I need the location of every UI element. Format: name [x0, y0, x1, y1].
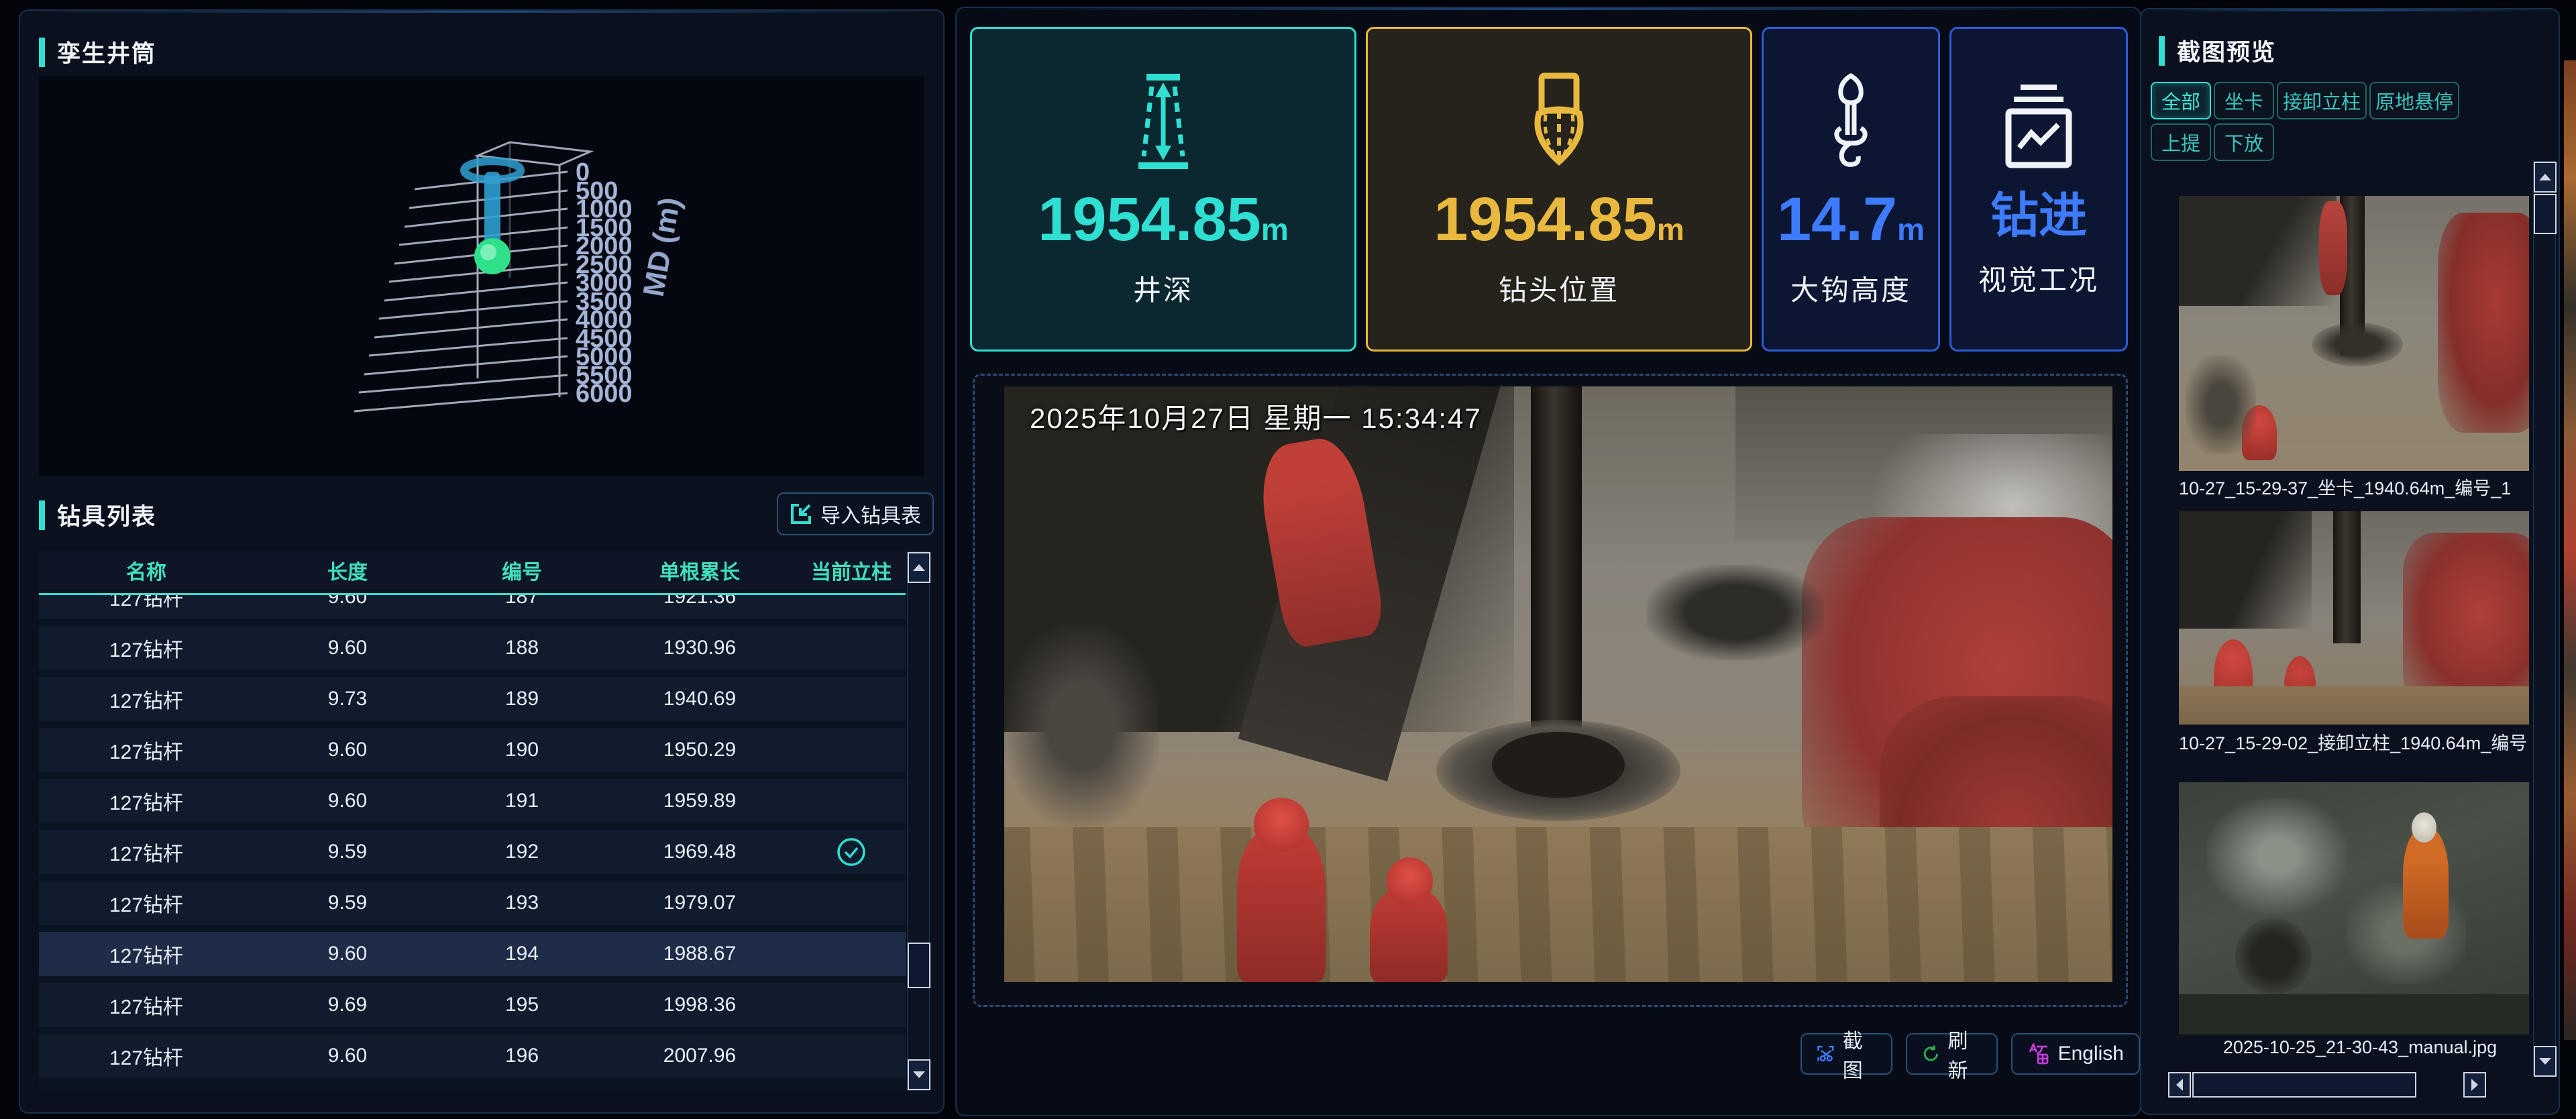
table-scrollbar[interactable] [907, 551, 930, 1091]
main-monitor-panel: 1954.85m 井深 1954.85m 钻头位置 [955, 7, 2141, 1116]
drill-bit-icon [1519, 70, 1599, 171]
table-row[interactable]: 127钻杆9.601962007.96 [39, 1034, 906, 1078]
preview-hscrollbar-thumb[interactable] [2192, 1072, 2416, 1098]
visual-condition-label: 视觉工况 [1978, 258, 2099, 299]
filter-lower-chip[interactable]: 下放 [2214, 123, 2274, 161]
table-scrollbar-thumb[interactable] [908, 943, 930, 988]
screenshot-preview-panel: 截图预览 全部 坐卡 接卸立柱 原地悬停 上提 下放 10-27_15-29-3… [2140, 8, 2560, 1115]
bit-position-card: 1954.85m 钻头位置 [1366, 27, 1752, 352]
title-accent-bar [2159, 36, 2165, 66]
drill-list-title-text: 钻具列表 [57, 498, 156, 532]
table-row[interactable]: 127钻杆9.691951998.36 [39, 983, 906, 1027]
bit-position-value: 1954.85m [1434, 189, 1684, 250]
screenshot-icon [1817, 1043, 1835, 1065]
video-actions: 截图 刷新 [1801, 1033, 2140, 1075]
hook-icon [1821, 70, 1881, 171]
drill-string-graphic [464, 161, 521, 274]
twin-wellbore-title: 孪生井筒 [39, 35, 156, 69]
preview-scroll-down-button[interactable] [2534, 1046, 2557, 1077]
table-row[interactable]: 127钻杆9.601881930.96 [39, 626, 906, 670]
live-video-frame[interactable]: 2025年10月27日 星期一 15:34:47 [1004, 386, 2112, 982]
well-depth-card: 1954.85m 井深 [970, 27, 1356, 352]
visual-condition-card: 钻进 视觉工况 [1949, 27, 2128, 352]
title-accent-bar [39, 500, 45, 530]
title-accent-bar [39, 38, 45, 67]
col-current-stand: 当前立柱 [797, 555, 906, 585]
twin-wellbore-panel: 孪生井筒 [19, 9, 945, 1114]
filter-stand-connect-chip[interactable]: 接卸立柱 [2277, 82, 2367, 119]
table-scroll-up-button[interactable] [908, 552, 930, 583]
screenshot-thumbnail[interactable] [2179, 782, 2529, 1034]
twin-wellbore-title-text: 孪生井筒 [57, 35, 156, 69]
table-row[interactable]: 127钻杆9.601901950.29 [39, 728, 906, 772]
md-axis-label: MD (m) [637, 195, 687, 299]
screenshot-caption: 2025-10-25_21-30-43_manual.jpg [2179, 1037, 2541, 1058]
preview-scrollbar[interactable] [2533, 161, 2556, 1075]
filter-hover-chip[interactable]: 原地悬停 [2369, 82, 2459, 119]
language-toggle-label: English [2058, 1043, 2124, 1065]
refresh-button[interactable]: 刷新 [1906, 1033, 1998, 1075]
screenshot-label: 截图 [1843, 1024, 1876, 1083]
table-row-current-stand[interactable]: 127钻杆9.591921969.48 [39, 830, 906, 874]
language-toggle-button[interactable]: English [2011, 1033, 2140, 1075]
filter-hoist-chip[interactable]: 上提 [2151, 123, 2211, 161]
hook-height-value: 14.7m [1777, 189, 1925, 250]
screenshot-thumbnail[interactable] [2179, 196, 2529, 471]
svg-text:6000: 6000 [576, 380, 633, 408]
translate-icon [2027, 1043, 2050, 1065]
bit-position-label: 钻头位置 [1499, 268, 1619, 309]
md-axis-ticks: 0 500 1000 1500 2000 2500 3000 3500 4000… [576, 158, 687, 408]
screenshot-preview-title-text: 截图预览 [2177, 34, 2276, 68]
refresh-label: 刷新 [1948, 1024, 1982, 1083]
import-drill-list-button[interactable]: 导入钻具表 [777, 492, 934, 535]
live-video-container: 2025年10月27日 星期一 15:34:47 [973, 374, 2128, 1007]
table-row[interactable]: 127钻杆9.601911959.89 [39, 779, 906, 823]
preview-scroll-right-button[interactable] [2463, 1072, 2486, 1098]
hook-height-label: 大钩高度 [1790, 268, 1911, 309]
video-timestamp-overlay: 2025年10月27日 星期一 15:34:47 [1030, 396, 1482, 437]
table-row-highlighted[interactable]: 127钻杆9.601941988.67 [39, 932, 906, 976]
screenshot-caption: 10-27_15-29-37_坐卡_1940.64m_编号_1 [2179, 474, 2541, 500]
table-row[interactable]: 127钻杆9.591931979.07 [39, 881, 906, 925]
col-length: 长度 [254, 555, 441, 585]
import-drill-list-label: 导入钻具表 [820, 499, 921, 529]
drilling-dashboard: 孪生井筒 [0, 0, 2576, 1119]
drill-table-body[interactable]: 127钻杆9.601871921.36 127钻杆9.601881930.96 … [39, 593, 906, 1091]
wellbore-3d-chart: 0 500 1000 1500 2000 2500 3000 3500 4000… [39, 76, 924, 476]
well-depth-label: 井深 [1133, 268, 1193, 309]
preview-scroll-left-button[interactable] [2168, 1072, 2191, 1098]
drill-list-title: 钻具列表 [39, 498, 156, 532]
table-scroll-down-button[interactable] [908, 1059, 930, 1090]
preview-scrollbar-thumb[interactable] [2534, 194, 2557, 234]
screenshot-thumbnail[interactable] [2179, 511, 2529, 725]
filter-slips-set-chip[interactable]: 坐卡 [2214, 82, 2274, 119]
visual-condition-monitor-icon [2002, 81, 2076, 174]
col-name: 名称 [39, 555, 254, 585]
visual-condition-value: 钻进 [1990, 192, 2087, 240]
clipped-content-strip [2564, 60, 2576, 1040]
refresh-icon [1922, 1043, 1940, 1065]
wellbore-3d-view[interactable]: 0 500 1000 1500 2000 2500 3000 3500 4000… [39, 76, 924, 476]
well-depth-icon [1120, 70, 1207, 171]
filter-all-chip[interactable]: 全部 [2151, 82, 2211, 119]
preview-scroll-up-button[interactable] [2534, 162, 2557, 193]
import-icon [790, 502, 812, 525]
screenshot-preview-title: 截图预览 [2159, 34, 2276, 68]
table-row[interactable]: 127钻杆9.731891940.69 [39, 677, 906, 721]
table-row[interactable]: 127钻杆9.601871921.36 [39, 593, 906, 619]
preview-hscrollbar[interactable] [2168, 1072, 2483, 1098]
screenshot-button[interactable]: 截图 [1801, 1033, 1892, 1075]
drill-table-header: 名称 长度 编号 单根累长 当前立柱 [39, 551, 906, 589]
hook-height-card: 14.7m 大钩高度 [1762, 27, 1940, 352]
screenshot-caption: 10-27_15-29-02_接卸立柱_1940.64m_编号 [2179, 729, 2541, 755]
well-depth-value: 1954.85m [1038, 189, 1288, 250]
col-cumulative: 单根累长 [602, 555, 797, 585]
current-stand-check-icon [837, 837, 866, 867]
col-number: 编号 [441, 555, 602, 585]
